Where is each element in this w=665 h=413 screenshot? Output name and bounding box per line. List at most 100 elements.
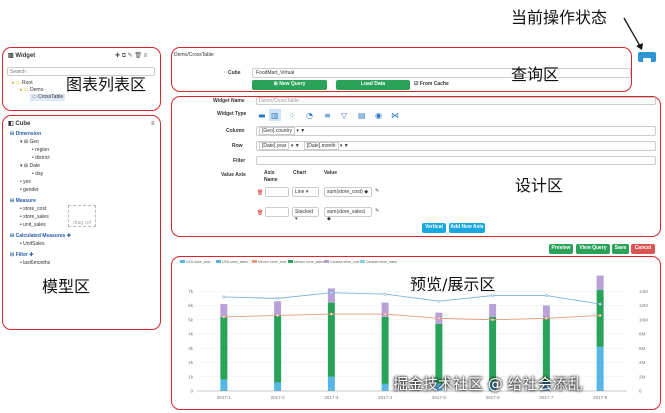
legend-label: Mexico store_sales: [294, 260, 324, 264]
from-cache-checkbox[interactable]: ☑ From Cache: [414, 81, 449, 88]
x-tick-label: 2017-6: [486, 395, 501, 400]
axis-name-input[interactable]: [265, 187, 289, 197]
chart-select[interactable]: Stacked ▾: [292, 207, 319, 222]
dimension-date[interactable]: ▾ ⊞ Date: [20, 163, 40, 170]
bar-segment: [274, 382, 282, 391]
cube-panel-title: ◧ Cube: [8, 121, 31, 127]
add-new-axis-button[interactable]: Add New Axis: [449, 223, 485, 233]
measure-store-sales[interactable]: • store_sales: [20, 214, 49, 221]
dimension-region[interactable]: • region: [32, 147, 49, 154]
preview-button[interactable]: Preview: [549, 244, 573, 254]
legend-label: USA store_sales: [222, 260, 248, 264]
row-field[interactable]: [Date].year ▾ ▼ [Date].month ▾ ▼: [256, 141, 656, 151]
legend-label: Canada store_cost: [330, 260, 359, 264]
vertical-button[interactable]: Vertical: [422, 223, 446, 233]
type-map-icon: ◉: [375, 111, 382, 120]
chart-icon: ▥: [8, 53, 14, 59]
annotation-design: 设计区: [515, 176, 564, 195]
cube-menu-icon[interactable]: ≡: [151, 120, 155, 128]
bar-segment: [596, 275, 604, 290]
calc-measure-unitsales[interactable]: • UnitSales: [20, 241, 45, 248]
add-icon[interactable]: ✚: [115, 53, 120, 59]
filter-field[interactable]: [256, 156, 656, 165]
y-tick-label: 1k: [188, 374, 194, 379]
x-tick-label: 2017-7: [539, 395, 554, 400]
view-query-button[interactable]: View Query: [576, 244, 610, 254]
measure-header: ⊟ Measure: [10, 198, 36, 204]
y-tick-label: 7k: [188, 289, 194, 294]
line-point: [598, 302, 602, 306]
filter-label: Filter: [233, 158, 246, 164]
widget-name-input[interactable]: Demo/CrossTable: [256, 97, 656, 105]
menu-icon[interactable]: ≡: [144, 53, 148, 59]
delete-axis-icon[interactable]: 🗑: [257, 190, 263, 197]
x-tick-label: 2017-4: [378, 395, 393, 400]
widget-panel-title: ▥ Widget: [8, 53, 36, 59]
line-point: [491, 318, 495, 322]
y2-tick-label: 2M: [639, 374, 646, 379]
value-select[interactable]: sum(store_cost) ◆: [324, 187, 372, 197]
bar-segment: [596, 346, 604, 391]
copy-icon[interactable]: ⧉: [122, 53, 126, 59]
x-tick-label: 2017-1: [217, 395, 232, 400]
type-scatter-icon: ⁘: [289, 111, 296, 120]
dimension-day[interactable]: • day: [32, 171, 43, 178]
line-point: [544, 316, 548, 320]
x-tick-label: 2017-2: [271, 395, 286, 400]
type-line-icon: ≡: [324, 111, 331, 120]
x-tick-label: 2017-8: [593, 395, 608, 400]
value-axis-label: Value Axis: [221, 172, 246, 178]
delete-axis-icon[interactable]: 🗑: [257, 210, 263, 217]
dimension-geo[interactable]: ▾ ⊞ Geo: [20, 139, 39, 146]
dimension-district[interactable]: • district: [32, 155, 50, 162]
value-header: Value: [324, 170, 338, 176]
edit-icon[interactable]: ✎: [128, 53, 133, 59]
measure-store-cost[interactable]: • store_cost: [20, 206, 46, 213]
line-point: [437, 316, 441, 320]
cube-select[interactable]: FoodMart_Virtual: [252, 68, 631, 78]
load-data-button[interactable]: Load Data: [336, 80, 410, 90]
tree-item-demo[interactable]: ▸ ▭ Demo: [20, 87, 43, 94]
column-field[interactable]: [Geo].country ▾ ▼: [256, 126, 656, 136]
value-select[interactable]: sum(store_sales) ◆: [324, 207, 372, 222]
type-funnel-icon: ▽: [341, 111, 348, 120]
edit-icon[interactable]: ✎: [375, 208, 379, 215]
axis-name-input[interactable]: [265, 207, 289, 217]
new-query-button[interactable]: ⊞ New Query: [252, 80, 327, 90]
bar-segment: [274, 315, 282, 383]
filter-last6months[interactable]: • last6months: [20, 260, 50, 267]
bar-segment: [327, 288, 335, 303]
y-tick-label: 4k: [188, 332, 194, 337]
bar-segment: [220, 316, 228, 380]
line-point: [276, 314, 280, 317]
type-bar-icon: ▥: [271, 111, 279, 120]
line-point: [491, 294, 495, 297]
measure-unit-sales[interactable]: • unit_sales: [20, 222, 46, 229]
status-badge[interactable]: [638, 52, 656, 62]
y2-tick-label: 6M: [639, 346, 646, 351]
y2-tick-label: 10M: [639, 317, 648, 322]
tree-item-root[interactable]: ▸ ▭ Root: [12, 80, 33, 87]
cancel-button[interactable]: Cancel: [631, 244, 655, 254]
bar-segment: [274, 301, 282, 316]
column-label: Column: [226, 128, 245, 134]
filter-header[interactable]: ⊟ Filter ✚: [10, 252, 33, 259]
line-point: [329, 312, 333, 316]
row-label: Row: [232, 143, 243, 149]
y-tick-label: 3k: [188, 346, 194, 351]
cube-icon: ◧: [8, 121, 14, 127]
y2-tick-label: 8M: [639, 332, 646, 337]
delete-icon[interactable]: 🗑: [134, 53, 142, 59]
watermark: 掘金技术社区 @ 给社会添乱: [393, 375, 583, 393]
save-button[interactable]: Save: [612, 244, 629, 254]
dimension-yes[interactable]: • yes: [20, 179, 31, 186]
tree-item-crosstable[interactable]: ▭ CrossTable: [30, 94, 66, 101]
dimension-gender[interactable]: • gender: [20, 187, 39, 194]
line-point: [383, 292, 387, 296]
type-table-icon: ▬: [258, 111, 266, 120]
edit-icon[interactable]: ✎: [375, 188, 379, 195]
legend-swatch: [360, 260, 365, 263]
calculated-measures-header[interactable]: ⊟ Calculated Measures ✚: [10, 233, 71, 240]
chart-select[interactable]: Line ▾: [292, 187, 319, 197]
bar-segment: [542, 305, 550, 319]
